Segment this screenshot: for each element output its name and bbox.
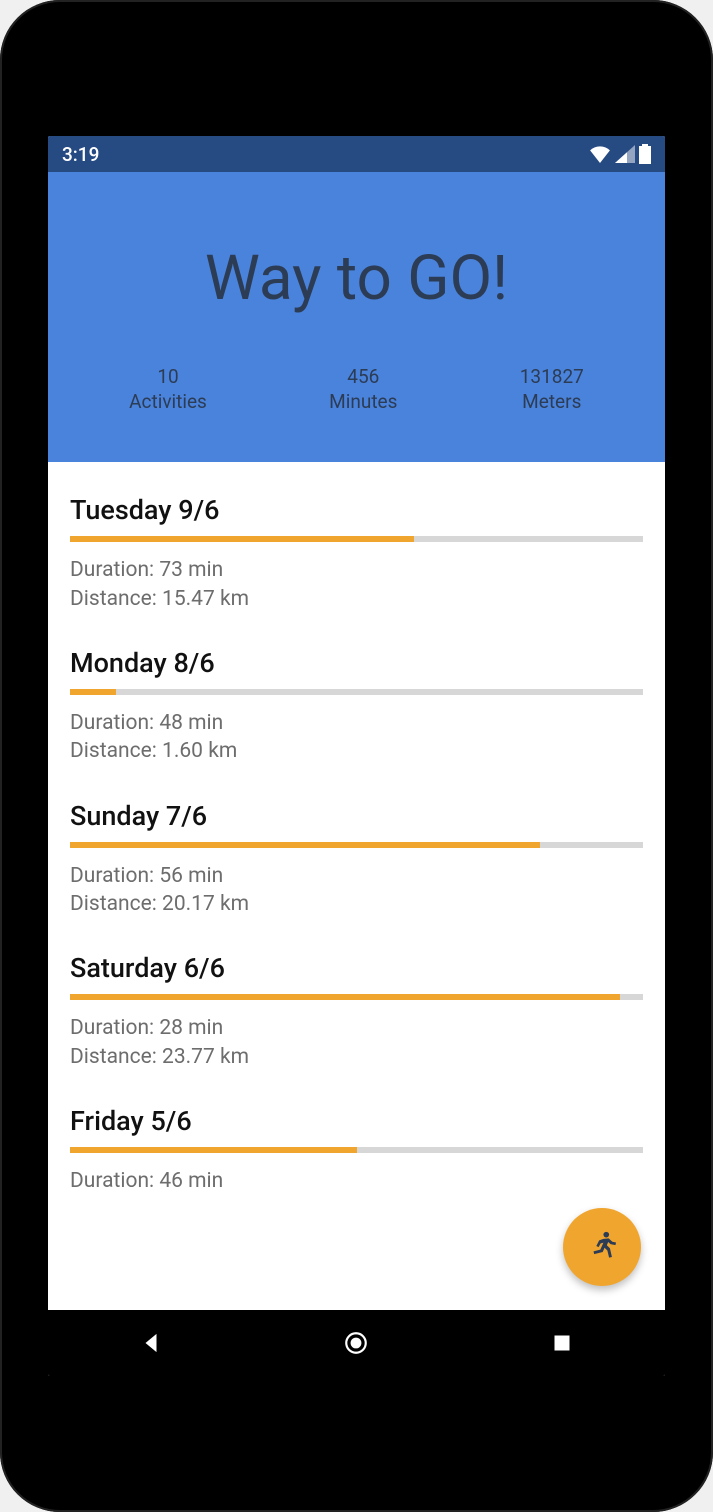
activity-progress [70, 842, 643, 848]
activity-meta: Duration: 48 minDistance: 1.60 km [70, 709, 643, 766]
activity-progress [70, 689, 643, 695]
status-bar: 3:19 [48, 136, 665, 172]
activity-title: Friday 5/6 [70, 1105, 643, 1137]
activity-list[interactable]: Tuesday 9/6 Duration: 73 minDistance: 15.… [48, 462, 665, 1310]
activity-meta: Duration: 46 min [70, 1167, 643, 1195]
activity-row[interactable]: Saturday 6/6 Duration: 28 minDistance: 23… [66, 930, 647, 1083]
screen: 3:19 Way to GO! [48, 136, 665, 1376]
activity-distance: Distance: 23.77 km [70, 1043, 643, 1071]
stat-activities: 10 Activities [129, 365, 207, 414]
status-icons [589, 144, 651, 164]
stat-minutes-label: Minutes [329, 390, 397, 415]
activity-title: Saturday 6/6 [70, 952, 643, 984]
stat-meters-value: 131827 [520, 365, 584, 390]
device-inner: 3:19 Way to GO! [18, 18, 695, 1494]
activity-progress [70, 994, 643, 1000]
activity-duration: Duration: 48 min [70, 709, 643, 737]
activity-row[interactable]: Monday 8/6 Duration: 48 minDistance: 1.60… [66, 625, 647, 778]
stat-activities-value: 10 [129, 365, 207, 390]
device-frame: 3:19 Way to GO! [0, 0, 713, 1512]
hero: Way to GO! 10 Activities 456 Minutes 131… [48, 172, 665, 462]
nav-home-button[interactable] [342, 1329, 370, 1357]
activity-progress-fill [70, 994, 620, 1000]
activity-distance: Distance: 15.47 km [70, 585, 643, 613]
activity-progress-fill [70, 1147, 357, 1153]
activity-progress-fill [70, 689, 116, 695]
running-icon [585, 1229, 619, 1266]
hero-stats: 10 Activities 456 Minutes 131827 Meters [68, 365, 645, 414]
activity-duration: Duration: 56 min [70, 862, 643, 890]
stat-meters-label: Meters [520, 390, 584, 415]
activity-distance: Distance: 1.60 km [70, 737, 643, 765]
activity-distance: Distance: 20.17 km [70, 890, 643, 918]
cell-signal-icon [615, 145, 635, 163]
activity-progress [70, 1147, 643, 1153]
activity-progress-fill [70, 536, 414, 542]
battery-icon [639, 144, 651, 164]
activity-meta: Duration: 56 minDistance: 20.17 km [70, 862, 643, 919]
status-time: 3:19 [62, 143, 99, 166]
activity-duration: Duration: 46 min [70, 1167, 643, 1195]
activity-meta: Duration: 73 minDistance: 15.47 km [70, 556, 643, 613]
wifi-icon [589, 145, 611, 163]
activity-title: Monday 8/6 [70, 647, 643, 679]
activity-meta: Duration: 28 minDistance: 23.77 km [70, 1014, 643, 1071]
nav-recent-button[interactable] [548, 1329, 576, 1357]
activity-title: Sunday 7/6 [70, 800, 643, 832]
activity-progress [70, 536, 643, 542]
stat-activities-label: Activities [129, 390, 207, 415]
activity-row[interactable]: Tuesday 9/6 Duration: 73 minDistance: 15.… [66, 472, 647, 625]
activity-duration: Duration: 73 min [70, 556, 643, 584]
activity-row[interactable]: Sunday 7/6 Duration: 56 minDistance: 20.1… [66, 778, 647, 931]
nav-back-button[interactable] [137, 1329, 165, 1357]
start-activity-fab[interactable] [563, 1208, 641, 1286]
activity-duration: Duration: 28 min [70, 1014, 643, 1042]
activity-title: Tuesday 9/6 [70, 494, 643, 526]
system-nav-bar [48, 1310, 665, 1376]
stat-meters: 131827 Meters [520, 365, 584, 414]
activity-row[interactable]: Friday 5/6 Duration: 46 min [66, 1083, 647, 1207]
hero-title: Way to GO! [68, 242, 645, 315]
stat-minutes: 456 Minutes [329, 365, 397, 414]
activity-progress-fill [70, 842, 540, 848]
stat-minutes-value: 456 [329, 365, 397, 390]
